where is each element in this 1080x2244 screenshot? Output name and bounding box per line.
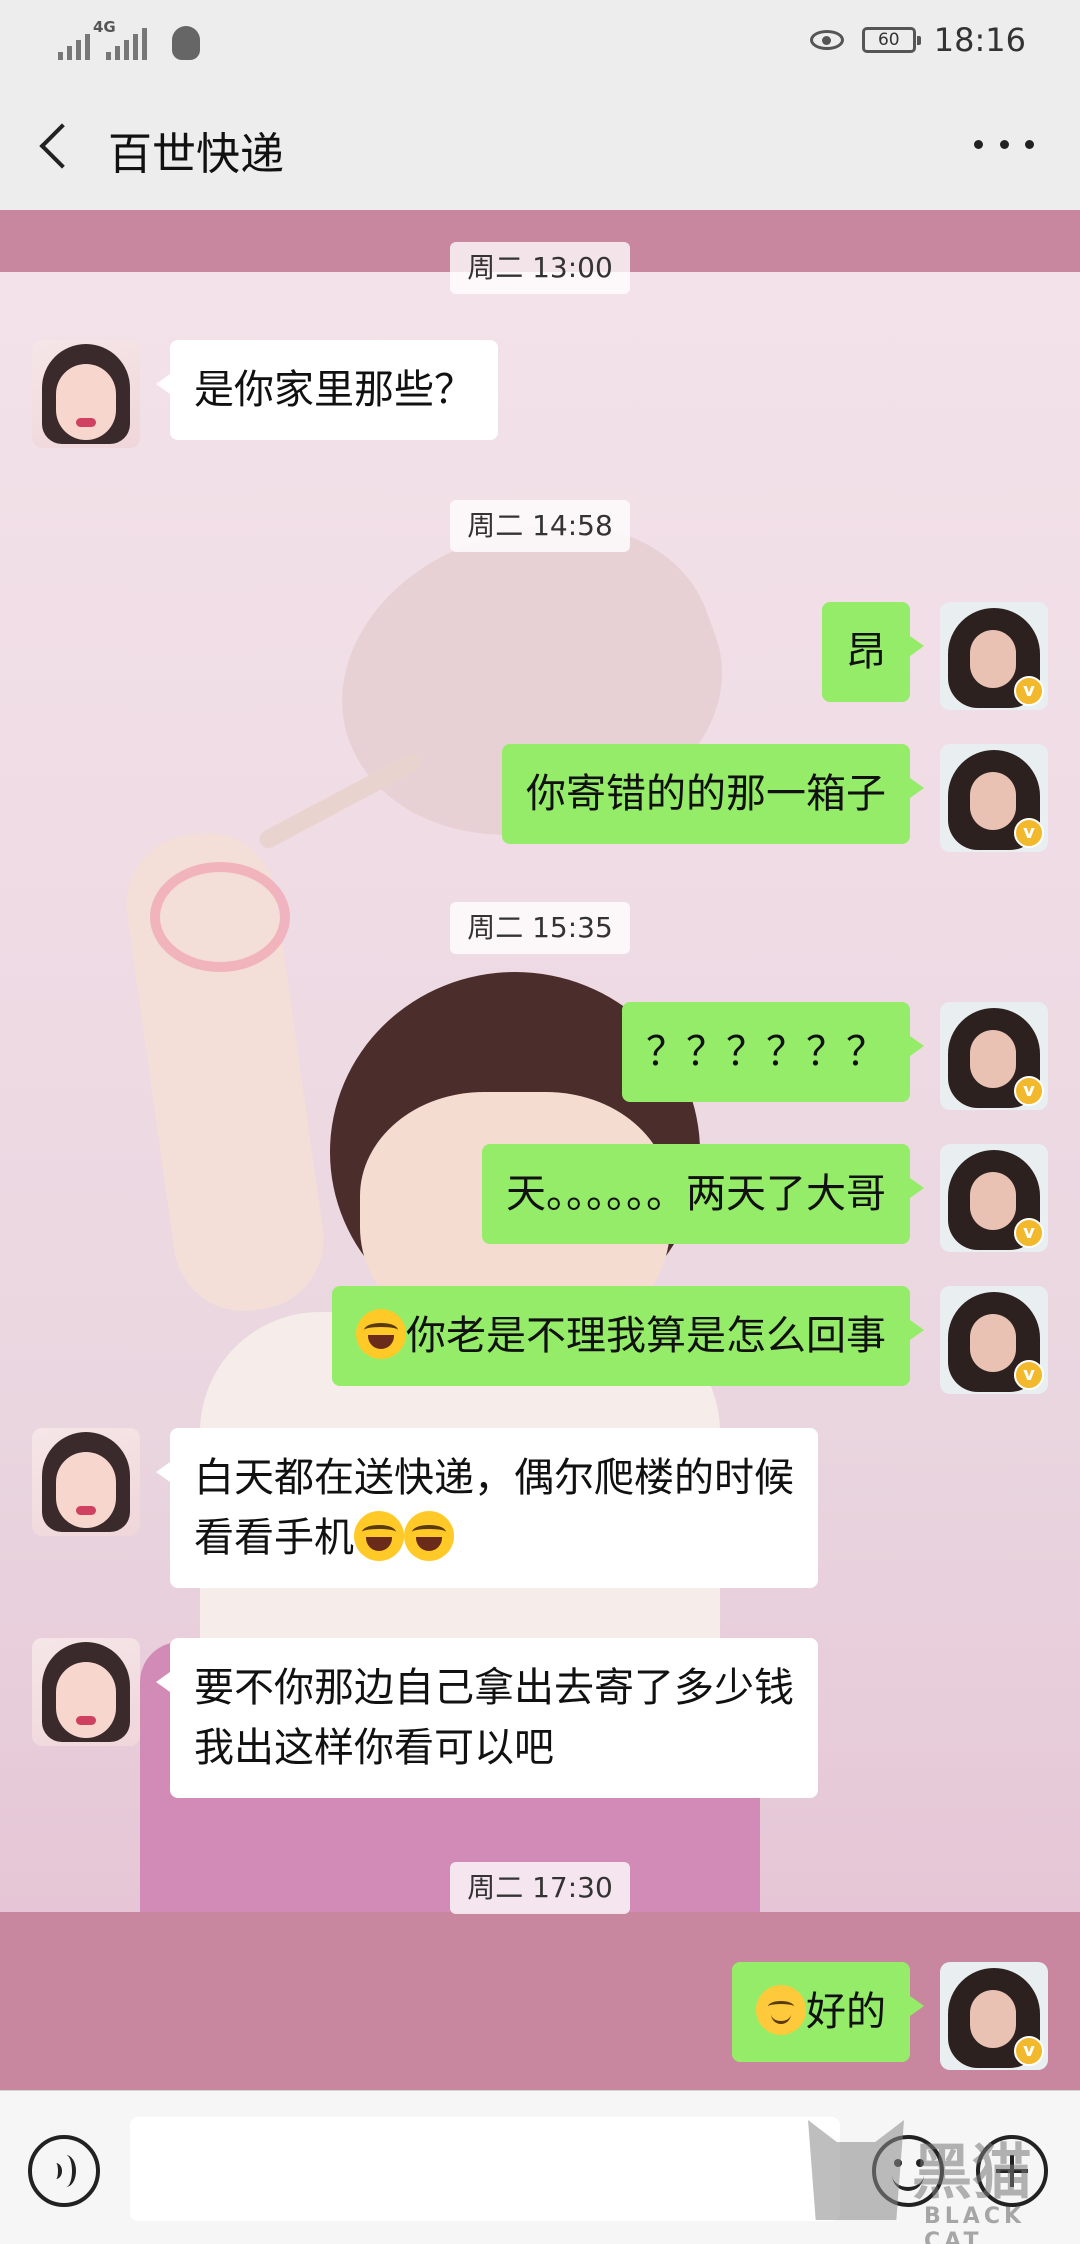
time-label: 周二 17:30 xyxy=(450,1862,630,1914)
tears-of-joy-emoji-icon xyxy=(404,1511,454,1561)
message-bubble-incoming[interactable]: 是你家里那些？ xyxy=(156,340,498,440)
message-bubble-incoming[interactable]: 白天都在送快递，偶尔爬楼的时候 看看手机 xyxy=(156,1428,818,1588)
time-label: 周二 15:35 xyxy=(450,902,630,954)
status-bar: 4G 60 18:16 xyxy=(0,0,1080,80)
time-label: 周二 14:58 xyxy=(450,500,630,552)
message-text: 昂 xyxy=(846,629,886,675)
message-text-line: 我出这样你看可以吧 xyxy=(194,1725,554,1771)
smile-emoji-icon xyxy=(756,1985,806,2035)
battery-icon: 60 xyxy=(861,27,921,53)
message-text: 好的 xyxy=(806,1989,886,2035)
verified-badge-icon: v xyxy=(1014,1360,1044,1390)
verified-badge-icon: v xyxy=(1014,818,1044,848)
message-bubble-outgoing[interactable]: 你老是不理我算是怎么回事 xyxy=(332,1286,924,1386)
message-text-line: 白天都在送快递，偶尔爬楼的时候 xyxy=(194,1455,794,1501)
contact-avatar[interactable] xyxy=(32,340,140,448)
back-arrow-icon[interactable] xyxy=(36,122,80,172)
message-bubble-outgoing[interactable]: ？？？？？？ xyxy=(622,1002,924,1102)
verified-badge-icon: v xyxy=(1014,676,1044,706)
my-avatar[interactable]: v xyxy=(940,1144,1048,1252)
voice-icon[interactable] xyxy=(28,2135,100,2207)
plus-icon[interactable] xyxy=(976,2135,1048,2207)
message-input[interactable] xyxy=(130,2117,840,2221)
my-avatar[interactable]: v xyxy=(940,1002,1048,1110)
more-dots-icon[interactable] xyxy=(974,124,1034,164)
time-label: 周二 13:00 xyxy=(450,242,630,294)
message-text: 天。。。。。。两天了大哥 xyxy=(506,1171,886,1217)
message-bubble-outgoing[interactable]: 好的 xyxy=(732,1962,924,2062)
my-avatar[interactable]: v xyxy=(940,1286,1048,1394)
chat-title: 百世快递 xyxy=(108,129,284,180)
verified-badge-icon: v xyxy=(1014,1076,1044,1106)
chat-area[interactable]: 周二 13:00 是你家里那些？ 周二 14:58 v 昂 v 你寄错的的那一箱… xyxy=(0,210,1080,2090)
verified-badge-icon: v xyxy=(1014,2036,1044,2066)
battery-level: 60 xyxy=(877,30,900,50)
my-avatar[interactable]: v xyxy=(940,602,1048,710)
cellular-signal-icon xyxy=(106,28,147,60)
status-left: 4G xyxy=(58,18,200,60)
verified-badge-icon: v xyxy=(1014,1218,1044,1248)
message-bubble-incoming[interactable]: 要不你那边自己拿出去寄了多少钱 我出这样你看可以吧 xyxy=(156,1638,818,1798)
status-time: 18:16 xyxy=(933,21,1026,59)
message-text-line-2: 看看手机 xyxy=(194,1508,794,1568)
qq-icon xyxy=(171,26,200,60)
status-right: 60 18:16 xyxy=(809,18,1026,62)
message-bubble-outgoing[interactable]: 你寄错的的那一箱子 xyxy=(502,744,924,844)
my-avatar[interactable]: v xyxy=(940,744,1048,852)
contact-avatar[interactable] xyxy=(32,1638,140,1746)
message-text-line: 看看手机 xyxy=(194,1515,354,1561)
chat-header: 百世快递 xyxy=(0,80,1080,210)
contact-avatar[interactable] xyxy=(32,1428,140,1536)
message-text: 是你家里那些？ xyxy=(194,367,474,413)
message-bubble-outgoing[interactable]: 天。。。。。。两天了大哥 xyxy=(482,1144,924,1244)
message-text: 你寄错的的那一箱子 xyxy=(526,771,886,817)
message-text: 你老是不理我算是怎么回事 xyxy=(406,1313,886,1359)
tears-of-joy-emoji-icon xyxy=(356,1309,406,1359)
eye-comfort-icon xyxy=(809,30,844,50)
message-text-line: 要不你那边自己拿出去寄了多少钱 xyxy=(194,1665,794,1711)
message-bubble-outgoing[interactable]: 昂 xyxy=(822,602,924,702)
input-bar xyxy=(0,2090,1080,2244)
tears-of-joy-emoji-icon xyxy=(354,1511,404,1561)
no-sim-signal-icon xyxy=(58,28,90,60)
message-text: ？？？？？？ xyxy=(646,1029,886,1075)
emoji-icon[interactable] xyxy=(872,2135,944,2207)
my-avatar[interactable]: v xyxy=(940,1962,1048,2070)
